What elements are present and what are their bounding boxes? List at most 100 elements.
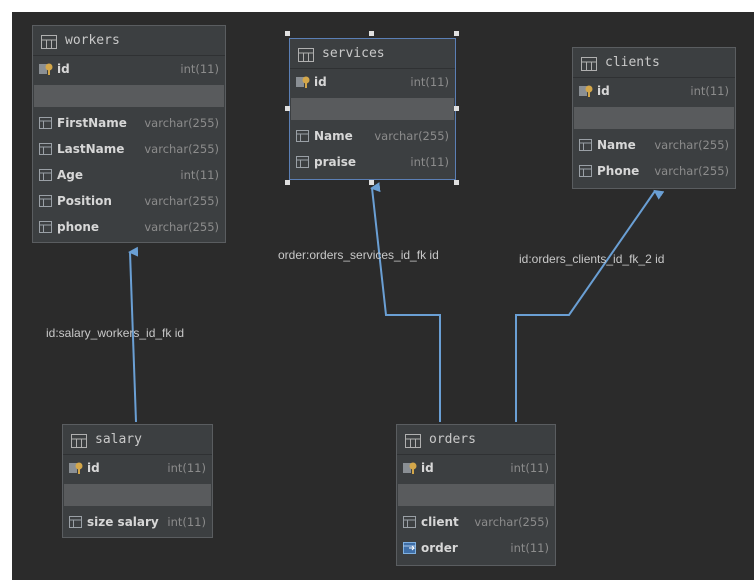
- key-separator: [398, 484, 554, 506]
- column-name: phone: [57, 220, 100, 234]
- column-icon: [39, 194, 53, 208]
- column-name: praise: [314, 155, 356, 169]
- column-row[interactable]: praise int(11): [290, 149, 455, 175]
- column-icon: [579, 164, 593, 178]
- resize-handle[interactable]: [454, 106, 459, 111]
- resize-handle[interactable]: [369, 180, 374, 185]
- column-name: id: [87, 461, 100, 475]
- column-name: Name: [597, 138, 636, 152]
- key-separator: [34, 85, 224, 107]
- resize-handle[interactable]: [285, 106, 290, 111]
- column-type: varchar(255): [144, 142, 219, 156]
- column-icon: [296, 129, 310, 143]
- column-type: int(11): [410, 75, 449, 89]
- column-row[interactable]: Age int(11): [33, 162, 225, 188]
- column-icon: [296, 155, 310, 169]
- diagram-canvas[interactable]: workers id int(11) FirstName varchar(255…: [12, 12, 754, 580]
- table-header[interactable]: orders: [397, 425, 555, 455]
- column-name: FirstName: [57, 116, 127, 130]
- column-type: varchar(255): [144, 220, 219, 234]
- key-separator: [64, 484, 211, 506]
- table-name: services: [322, 46, 385, 61]
- table-header[interactable]: services: [290, 39, 455, 69]
- column-icon: [69, 515, 83, 529]
- resize-handle[interactable]: [369, 31, 374, 36]
- column-icon: [39, 116, 53, 130]
- table-icon: [298, 47, 314, 62]
- primary-key-icon: [39, 62, 53, 76]
- column-row[interactable]: phone varchar(255): [33, 214, 225, 240]
- table-header[interactable]: salary: [63, 425, 212, 455]
- primary-key-icon: [69, 461, 83, 475]
- column-type: int(11): [167, 515, 206, 529]
- column-type: int(11): [410, 155, 449, 169]
- primary-key-icon: [579, 84, 593, 98]
- column-type: int(11): [180, 168, 219, 182]
- table-name: clients: [605, 55, 660, 70]
- column-row[interactable]: Phone varchar(255): [573, 158, 735, 184]
- column-name: id: [597, 84, 610, 98]
- foreign-key-row[interactable]: order int(11): [397, 535, 555, 561]
- resize-handle[interactable]: [454, 180, 459, 185]
- table-workers[interactable]: workers id int(11) FirstName varchar(255…: [32, 25, 226, 243]
- primary-key-icon: [296, 75, 310, 89]
- primary-key-row[interactable]: id int(11): [63, 455, 212, 481]
- column-type: int(11): [510, 461, 549, 475]
- table-orders[interactable]: orders id int(11) client varchar(255) or…: [396, 424, 556, 566]
- table-clients[interactable]: clients id int(11) Name varchar(255) Pho…: [572, 47, 736, 189]
- resize-handle[interactable]: [285, 31, 290, 36]
- column-name: client: [421, 515, 459, 529]
- column-icon: [403, 515, 417, 529]
- column-name: id: [314, 75, 327, 89]
- relation-label-orders-services[interactable]: order:orders_services_id_fk id: [278, 248, 439, 262]
- table-icon: [405, 433, 421, 448]
- column-icon: [39, 168, 53, 182]
- column-type: int(11): [690, 84, 729, 98]
- primary-key-row[interactable]: id int(11): [33, 56, 225, 82]
- table-name: workers: [65, 33, 120, 48]
- primary-key-row[interactable]: id int(11): [573, 78, 735, 104]
- primary-key-row[interactable]: id int(11): [397, 455, 555, 481]
- primary-key-row[interactable]: id int(11): [290, 69, 455, 95]
- column-icon: [579, 138, 593, 152]
- column-icon: [39, 220, 53, 234]
- column-name: Phone: [597, 164, 640, 178]
- table-name: orders: [429, 432, 476, 447]
- table-salary[interactable]: salary id int(11) size salary int(11): [62, 424, 213, 538]
- table-icon: [71, 433, 87, 448]
- resize-handle[interactable]: [285, 180, 290, 185]
- column-icon: [39, 142, 53, 156]
- column-type: varchar(255): [144, 194, 219, 208]
- column-type: int(11): [167, 461, 206, 475]
- column-type: varchar(255): [474, 515, 549, 529]
- column-type: varchar(255): [654, 138, 729, 152]
- table-services[interactable]: services id int(11) Name varchar(255) pr…: [289, 38, 456, 180]
- relation-label-salary-workers[interactable]: id:salary_workers_id_fk id: [46, 326, 184, 340]
- foreign-key-icon: [403, 541, 417, 555]
- column-row[interactable]: Position varchar(255): [33, 188, 225, 214]
- column-name: id: [421, 461, 434, 475]
- column-row[interactable]: Name varchar(255): [573, 132, 735, 158]
- column-name: LastName: [57, 142, 125, 156]
- table-header[interactable]: workers: [33, 26, 225, 56]
- column-type: varchar(255): [144, 116, 219, 130]
- column-name: Position: [57, 194, 112, 208]
- column-name: order: [421, 541, 458, 555]
- column-row[interactable]: FirstName varchar(255): [33, 110, 225, 136]
- table-header[interactable]: clients: [573, 48, 735, 78]
- relation-label-orders-clients[interactable]: id:orders_clients_id_fk_2 id: [519, 252, 664, 266]
- link-orders-clients[interactable]: [515, 189, 665, 422]
- column-type: varchar(255): [654, 164, 729, 178]
- table-icon: [41, 34, 57, 49]
- column-type: int(11): [510, 541, 549, 555]
- column-row[interactable]: size salary int(11): [63, 509, 212, 535]
- column-type: int(11): [180, 62, 219, 76]
- column-row[interactable]: Name varchar(255): [290, 123, 455, 149]
- column-row[interactable]: LastName varchar(255): [33, 136, 225, 162]
- primary-key-icon: [403, 461, 417, 475]
- resize-handle[interactable]: [454, 31, 459, 36]
- column-name: Age: [57, 168, 84, 182]
- link-orders-services[interactable]: [370, 182, 441, 422]
- column-name: size salary: [87, 515, 159, 529]
- column-row[interactable]: client varchar(255): [397, 509, 555, 535]
